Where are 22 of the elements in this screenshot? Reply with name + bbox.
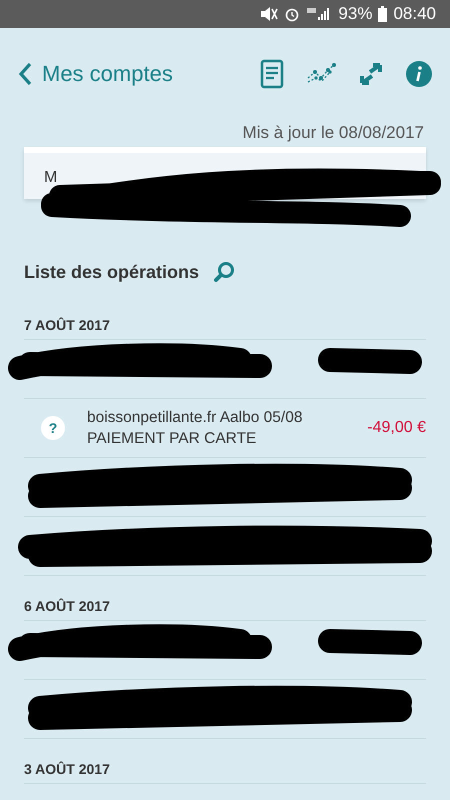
operation-type: PAIEMENT PAR CARTE: [87, 429, 258, 449]
back-button[interactable]: Mes comptes: [18, 61, 173, 87]
date-heading: 7 AOÛT 2017: [24, 311, 426, 340]
section-title: Liste des opérations: [24, 262, 200, 282]
operation-row[interactable]: ? boissonpetillante.fr Aalbo 05/08 PAIEMENT PAR CARTE -49,00 €: [24, 399, 426, 458]
date-heading: 6 AOÛT 2017: [24, 592, 426, 621]
battery-icon: [378, 6, 388, 22]
operation-label: boissonpetillante.fr Aalbo 05/08: [87, 408, 304, 428]
account-name: M: [44, 169, 58, 186]
info-icon[interactable]: [406, 61, 432, 87]
last-updated-text: Mis à jour le 08/08/2017: [242, 122, 425, 144]
mute-icon: [258, 6, 278, 22]
date-heading: 3 AOÛT 2017: [24, 755, 426, 784]
chevron-left-icon: [18, 62, 32, 86]
unknown-category-icon: ?: [41, 416, 65, 440]
transfer-arrows-icon[interactable]: [358, 62, 384, 86]
search-icon[interactable]: [213, 261, 236, 283]
document-icon[interactable]: [260, 59, 284, 89]
clock-time: 08:40: [393, 4, 436, 24]
operation-amount: -49,00 €: [367, 419, 426, 437]
battery-percent: 93%: [338, 4, 372, 24]
alarm-icon: [284, 6, 300, 22]
